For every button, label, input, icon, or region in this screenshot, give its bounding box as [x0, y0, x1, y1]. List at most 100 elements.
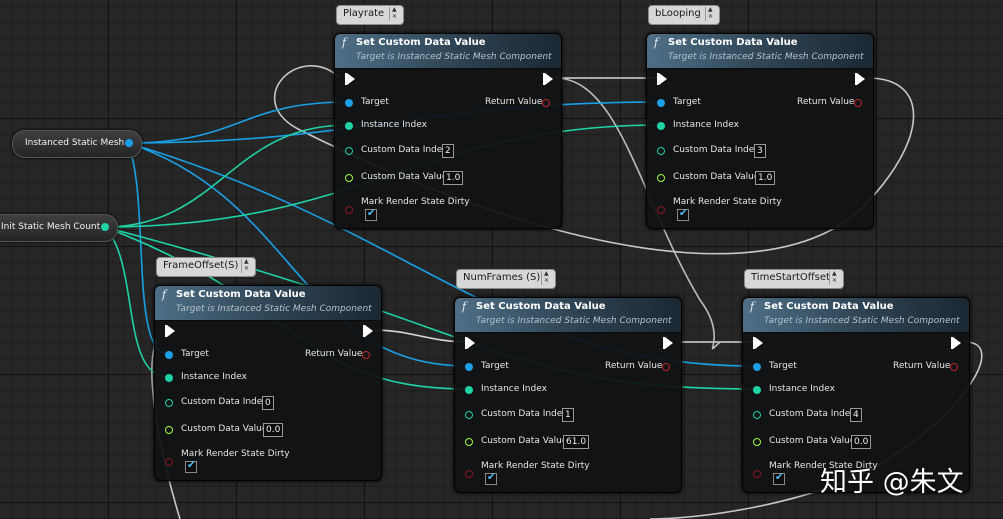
comment-bubble-blooping[interactable]: bLooping ▲ ✕ — [648, 5, 720, 25]
custom-data-index-pin[interactable] — [165, 399, 173, 407]
return-value-pin[interactable] — [950, 363, 958, 371]
exec-output-pin[interactable] — [543, 73, 553, 85]
instance-index-pin[interactable] — [753, 386, 761, 394]
custom-data-index-pin[interactable] — [753, 411, 761, 419]
custom-data-value-label: Custom Data Value — [361, 172, 448, 182]
custom-data-value-field[interactable]: 1.0 — [755, 171, 776, 185]
exec-input-pin[interactable] — [753, 337, 763, 349]
instance-index-label: Instance Index — [361, 120, 427, 130]
return-value-pin[interactable] — [542, 99, 550, 107]
instance-index-pin[interactable] — [465, 386, 473, 394]
target-pin[interactable] — [657, 99, 665, 107]
function-icon: f — [462, 300, 467, 313]
set-custom-data-value-node-blooping[interactable]: f Set Custom Data Value Target is Instan… — [646, 33, 874, 229]
node-header[interactable]: f Set Custom Data Value Target is Instan… — [155, 286, 381, 321]
mark-render-state-dirty-checkbox[interactable]: ✔ — [677, 208, 689, 221]
mark-render-state-dirty-label: Mark Render State Dirty — [361, 197, 470, 207]
mark-render-state-dirty-checkbox[interactable]: ✔ — [365, 208, 377, 221]
return-value-label: Return Value — [605, 361, 663, 371]
exec-input-pin[interactable] — [465, 337, 475, 349]
instance-index-pin[interactable] — [345, 122, 353, 130]
target-label: Target — [361, 97, 389, 107]
node-subtitle: Target is Instanced Static Mesh Componen… — [476, 316, 672, 326]
mark-render-state-dirty-label: Mark Render State Dirty — [181, 449, 290, 459]
variable-label: Init Static Mesh Count — [1, 222, 101, 232]
mark-render-state-dirty-checkbox[interactable]: ✔ — [773, 472, 785, 485]
instance-index-label: Instance Index — [481, 384, 547, 394]
mark-render-state-dirty-pin[interactable] — [165, 458, 173, 466]
mark-render-state-dirty-pin[interactable] — [753, 470, 761, 478]
node-subtitle: Target is Instanced Static Mesh Componen… — [176, 304, 372, 314]
mark-render-state-dirty-label: Mark Render State Dirty — [673, 197, 782, 207]
custom-data-index-pin[interactable] — [345, 147, 353, 155]
custom-data-index-field[interactable]: 2 — [442, 144, 454, 158]
node-header[interactable]: f Set Custom Data Value Target is Instan… — [743, 298, 969, 333]
custom-data-value-pin[interactable] — [465, 438, 473, 446]
exec-input-pin[interactable] — [165, 325, 175, 337]
function-icon: f — [654, 36, 659, 49]
instanced-static-mesh-variable[interactable]: Instanced Static Mesh — [12, 130, 142, 158]
variable-label: Instanced Static Mesh — [25, 138, 125, 148]
return-value-label: Return Value — [893, 361, 951, 371]
node-title: Set Custom Data Value — [176, 289, 306, 300]
int-output-pin[interactable] — [101, 223, 109, 231]
exec-output-pin[interactable] — [951, 337, 961, 349]
custom-data-index-pin[interactable] — [657, 147, 665, 155]
custom-data-value-pin[interactable] — [345, 174, 353, 182]
comment-bubble-playrate[interactable]: Playrate ▲ ✕ — [336, 5, 404, 25]
node-header[interactable]: f Set Custom Data Value Target is Instan… — [335, 34, 561, 69]
function-icon: f — [162, 288, 167, 301]
instance-index-pin[interactable] — [657, 122, 665, 130]
node-subtitle: Target is Instanced Static Mesh Componen… — [764, 316, 960, 326]
exec-output-pin[interactable] — [663, 337, 673, 349]
mark-render-state-dirty-checkbox[interactable]: ✔ — [185, 460, 197, 473]
custom-data-value-field[interactable]: 0.0 — [851, 435, 872, 449]
comment-bubble-numframes[interactable]: NumFrames (S) ▲ ✕ — [456, 269, 556, 289]
exec-input-pin[interactable] — [657, 73, 667, 85]
set-custom-data-value-node-frameoffset[interactable]: f Set Custom Data Value Target is Instan… — [154, 285, 382, 481]
custom-data-value-label: Custom Data Value — [481, 436, 568, 446]
custom-data-index-label: Custom Data Index — [181, 397, 268, 407]
custom-data-index-field[interactable]: 3 — [754, 144, 766, 158]
node-header[interactable]: f Set Custom Data Value Target is Instan… — [455, 298, 681, 333]
target-label: Target — [769, 361, 797, 371]
object-output-pin[interactable] — [125, 139, 133, 147]
return-value-pin[interactable] — [362, 351, 370, 359]
target-pin[interactable] — [165, 351, 173, 359]
custom-data-value-pin[interactable] — [753, 438, 761, 446]
custom-data-index-field[interactable]: 1 — [562, 408, 574, 422]
node-header[interactable]: f Set Custom Data Value Target is Instan… — [647, 34, 873, 69]
mark-render-state-dirty-pin[interactable] — [345, 206, 353, 214]
node-title: Set Custom Data Value — [356, 37, 486, 48]
return-value-pin[interactable] — [854, 99, 862, 107]
mark-render-state-dirty-pin[interactable] — [657, 206, 665, 214]
target-pin[interactable] — [753, 363, 761, 371]
set-custom-data-value-node-playrate[interactable]: f Set Custom Data Value Target is Instan… — [334, 33, 562, 229]
mark-render-state-dirty-pin[interactable] — [465, 470, 473, 478]
instance-index-pin[interactable] — [165, 374, 173, 382]
target-pin[interactable] — [465, 363, 473, 371]
return-value-pin[interactable] — [662, 363, 670, 371]
exec-output-pin[interactable] — [363, 325, 373, 337]
mark-render-state-dirty-checkbox[interactable]: ✔ — [485, 472, 497, 485]
custom-data-value-field[interactable]: 1.0 — [443, 171, 464, 185]
target-pin[interactable] — [345, 99, 353, 107]
custom-data-value-field[interactable]: 0.0 — [263, 423, 284, 437]
custom-data-value-field[interactable]: 61.0 — [563, 435, 590, 449]
node-title: Set Custom Data Value — [476, 301, 606, 312]
custom-data-index-field[interactable]: 0 — [262, 396, 274, 410]
exec-output-pin[interactable] — [855, 73, 865, 85]
custom-data-index-label: Custom Data Index — [673, 145, 760, 155]
set-custom-data-value-node-numframes[interactable]: f Set Custom Data Value Target is Instan… — [454, 297, 682, 493]
custom-data-value-pin[interactable] — [657, 174, 665, 182]
comment-bubble-timestartoffset[interactable]: TimeStartOffset ▲ ✕ — [744, 269, 844, 289]
custom-data-index-pin[interactable] — [465, 411, 473, 419]
exec-input-pin[interactable] — [345, 73, 355, 85]
function-icon: f — [750, 300, 755, 313]
init-static-mesh-count-variable[interactable]: Init Static Mesh Count — [0, 214, 118, 242]
instance-index-label: Instance Index — [673, 120, 739, 130]
comment-bubble-frameoffset[interactable]: FrameOffset(S) ▲ ✕ — [156, 257, 256, 277]
custom-data-value-pin[interactable] — [165, 426, 173, 434]
node-subtitle: Target is Instanced Static Mesh Componen… — [668, 52, 864, 62]
custom-data-index-field[interactable]: 4 — [850, 408, 862, 422]
